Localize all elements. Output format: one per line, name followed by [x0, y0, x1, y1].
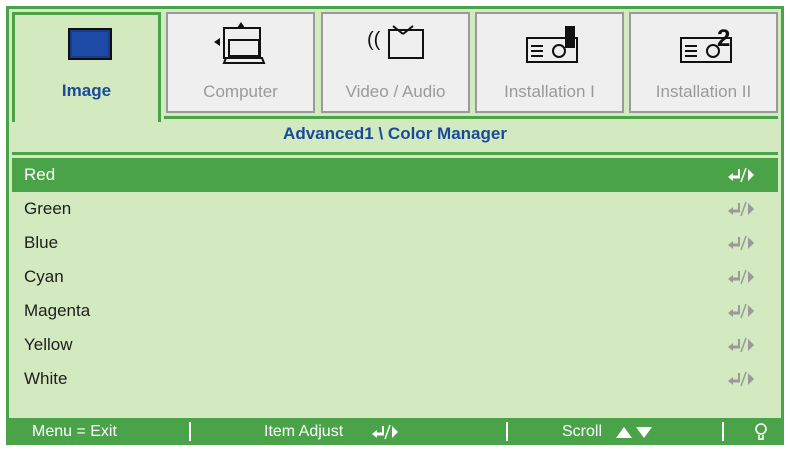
up-down-arrows-icon: [616, 427, 652, 438]
image-icon: [15, 21, 158, 79]
svg-text:((: ((: [367, 29, 381, 51]
menu-list: Red Green Blue Cyan Magenta Yellow White: [12, 158, 778, 396]
breadcrumb: Advanced1 \ Color Manager: [283, 124, 507, 143]
video-audio-icon: ((: [323, 20, 468, 78]
menu-item-red[interactable]: Red: [12, 158, 778, 192]
menu-item-label: Red: [24, 165, 56, 184]
menu-item-label: Green: [24, 199, 72, 218]
tab-label: Computer: [203, 82, 278, 101]
installation-2-icon: 2: [631, 20, 776, 78]
enter-right-icon: [728, 337, 754, 353]
menu-item-yellow[interactable]: Yellow: [12, 328, 778, 362]
menu-item-label: White: [24, 369, 68, 388]
tab-installation-ii[interactable]: 2 Installation II: [629, 12, 778, 113]
menu-item-label: Magenta: [24, 301, 91, 320]
tab-label: Image: [61, 81, 112, 100]
scroll-hint: Scroll: [562, 423, 603, 440]
menu-item-green[interactable]: Green: [12, 192, 778, 226]
footer-bar: Menu = Exit Item Adjust Scroll: [6, 418, 784, 445]
menu-item-label: Yellow: [24, 335, 73, 354]
item-adjust-hint: Item Adjust: [264, 423, 344, 440]
svg-text:2: 2: [717, 25, 730, 52]
menu-item-white[interactable]: White: [12, 362, 778, 396]
tab-image[interactable]: Image: [12, 12, 161, 122]
osd-menu: Image Computer ((Video / Audio Installa…: [6, 6, 784, 445]
menu-exit-hint: Menu = Exit: [32, 423, 117, 440]
tab-computer[interactable]: Computer: [166, 12, 315, 113]
tab-label: Video / Audio: [345, 82, 446, 101]
computer-icon: [168, 20, 313, 78]
enter-right-icon: [728, 303, 754, 319]
menu-item-cyan[interactable]: Cyan: [12, 260, 778, 294]
enter-right-icon: [728, 167, 754, 183]
enter-right-icon: [728, 371, 754, 387]
tab-label: Installation II: [655, 82, 752, 101]
tab-installation-i[interactable]: Installation I: [475, 12, 624, 113]
enter-right-icon: [728, 269, 754, 285]
separator: [722, 422, 724, 441]
separator: [506, 422, 508, 441]
menu-item-magenta[interactable]: Magenta: [12, 294, 778, 328]
tab-label: Installation I: [504, 82, 595, 101]
installation-icon: [477, 20, 622, 78]
menu-item-label: Cyan: [24, 267, 64, 286]
divider: [12, 152, 778, 155]
tab-video-audio[interactable]: (( Video / Audio: [321, 12, 470, 113]
enter-right-icon: [728, 201, 754, 217]
lightbulb-icon: [755, 423, 767, 440]
enter-right-icon: [372, 424, 398, 440]
enter-right-icon: [728, 235, 754, 251]
menu-item-label: Blue: [24, 233, 59, 252]
menu-item-blue[interactable]: Blue: [12, 226, 778, 260]
tab-bar: Image Computer ((Video / Audio Installa…: [12, 12, 778, 122]
separator: [189, 422, 191, 441]
